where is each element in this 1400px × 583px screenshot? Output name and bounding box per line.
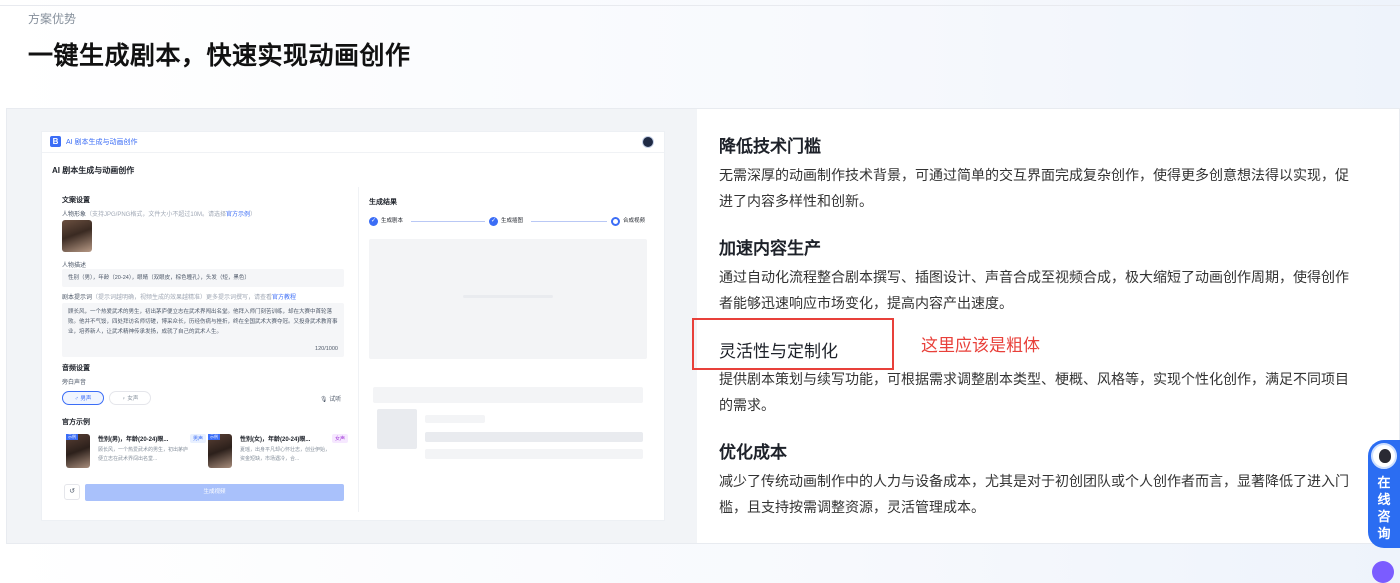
official-example-link[interactable]: 官方示例	[226, 212, 250, 218]
example-card-2[interactable]: 示例 性别(女)，年龄(20-24)眼... 夏瑶，出身平凡却心怀壮志，创业伊始…	[208, 434, 348, 470]
feature-title-1: 降低技术门槛	[719, 137, 821, 156]
reset-icon[interactable]: ↺	[64, 484, 80, 500]
skeleton-line-1	[373, 387, 643, 403]
male-voice-option[interactable]: ♂ 男声	[62, 391, 104, 405]
copy-settings-title: 文案设置	[62, 197, 90, 204]
character-desc-label: 人物描述	[62, 263, 87, 269]
feature-desc-3: 提供剧本策划与续写功能，可根据需求调整剧本类型、梗概、风格等，实现个性化创作，满…	[719, 371, 1349, 413]
example-tag-1: 示例	[66, 434, 78, 440]
preview-app-window: B AI 剧本生成与动画创作 AI 剧本生成与动画创作 文案设置 人物形象（支持…	[41, 131, 665, 521]
example-desc-1: 顾长风，一个热爱武术的男生，初出茅庐便立志在武术界闯出名堂...	[98, 447, 189, 462]
user-avatar[interactable]	[642, 136, 654, 148]
app-header: B AI 剧本生成与动画创作	[42, 132, 664, 153]
char-counter: 120/1000	[315, 346, 338, 352]
character-image-hint: （支持JPG/PNG格式，文件大小不超过10M。请选择	[86, 212, 227, 218]
script-prompt-label: 剧本提示词（提示词越明确，视频生成的效果越精准）更多提示词撰写，请查看官方教程	[62, 292, 296, 301]
assistant-icon[interactable]	[1372, 561, 1394, 583]
male-voice-label: 男声	[80, 396, 92, 402]
character-image-label: 人物形象（支持JPG/PNG格式，文件大小不超过10M。请选择官方示例）	[62, 209, 256, 218]
product-preview: B AI 剧本生成与动画创作 AI 剧本生成与动画创作 文案设置 人物形象（支持…	[7, 109, 697, 543]
step-label-2: 生成插图	[501, 218, 524, 224]
female-voice-option[interactable]: ♀ 女声	[109, 391, 151, 405]
script-prompt-hint: （提示词越明确，视频生成的效果越精准）更多提示词撰写，请查看	[92, 295, 273, 301]
skeleton-image	[377, 409, 417, 449]
annotation-note: 这里应该是粗体	[921, 336, 1040, 355]
feature-desc-1: 无需深厚的动画制作技术背景，可通过简单的交互界面完成复杂创作，使得更多创意想法得…	[719, 167, 1349, 209]
feature-desc-2: 通过自动化流程整合剧本撰写、插图设计、声音合成至视频合成，极大缩短了动画创作周期…	[719, 269, 1349, 311]
step-pending-icon-3	[611, 217, 620, 226]
loading-bar	[463, 295, 553, 298]
character-desc-input[interactable]: 性别（男），年龄（20-24），眼睛（双眼皮，棕色瞳孔），头发（短，黑色）	[62, 269, 344, 287]
narration-voice-label: 旁白声音	[62, 380, 87, 386]
online-consult-button[interactable]: 在线咨询	[1368, 440, 1400, 548]
step-label-1: 生成剧本	[381, 218, 404, 224]
mic-icon: 🎙	[320, 397, 328, 403]
annotation-box	[692, 318, 894, 370]
settings-card: 文案设置 人物形象（支持JPG/PNG格式，文件大小不超过10M。请选择官方示例…	[52, 187, 352, 512]
skeleton-line-3	[425, 432, 643, 442]
example-title-1: 性别(男)，年龄(20-24)眼...	[98, 437, 169, 443]
result-placeholder	[369, 239, 647, 359]
feature-desc-4: 减少了传统动画制作中的人力与设备成本，尤其是对于初创团队或个人创作者而言，显著降…	[719, 473, 1349, 515]
example-badge-1: 男声	[189, 434, 206, 443]
step-done-icon-1: ✓	[369, 217, 378, 226]
app-title: AI 剧本生成与动画创作	[66, 139, 138, 146]
example-desc-2: 夏瑶，出身平凡却心怀壮志，创业伊始，资金短缺，市场遇冷，合...	[240, 447, 331, 462]
example-badge-2: 女声	[331, 434, 348, 443]
example-tag-2: 示例	[208, 434, 220, 440]
script-prompt-value: 顾长风，一个热爱武术的男生，初出茅庐便立志在武术界闯出名堂。他拜入师门刻苦训练，…	[68, 309, 338, 335]
feature-title-2: 加速内容生产	[719, 239, 821, 258]
character-image-thumb[interactable]	[62, 220, 92, 252]
step-label-3: 合成视频	[623, 218, 646, 224]
audio-settings-title: 音频设置	[62, 365, 90, 372]
feature-title-4: 优化成本	[719, 443, 787, 462]
top-divider	[0, 5, 1400, 6]
example-title-2: 性别(女)，年龄(20-24)眼...	[240, 437, 311, 443]
trial-listen-button[interactable]: 🎙 试听	[320, 394, 341, 403]
skeleton-line-4	[425, 449, 643, 459]
app-logo: B	[50, 136, 61, 147]
result-card: 生成结果 ✓ 生成剧本 ✓ 生成插图 合成视频	[358, 187, 655, 512]
character-image-text: 人物形象	[62, 212, 87, 218]
agent-avatar	[1371, 443, 1397, 469]
consult-label: 在线咨询	[1377, 475, 1391, 541]
step-done-icon-2: ✓	[489, 217, 498, 226]
trial-listen-label: 试听	[329, 397, 342, 403]
section-eyebrow: 方案优势	[28, 12, 77, 26]
character-image-hint-end: ）	[250, 212, 257, 218]
generate-video-button[interactable]: 生成视频	[85, 484, 344, 501]
official-tutorial-link[interactable]: 官方教程	[272, 295, 296, 301]
script-prompt-text: 剧本提示词	[62, 295, 93, 301]
example-card-1[interactable]: 示例 性别(男)，年龄(20-24)眼... 顾长风，一个热爱武术的男生，初出茅…	[66, 434, 206, 470]
script-prompt-textarea[interactable]: 顾长风，一个热爱武术的男生，初出茅庐便立志在武术界闯出名堂。他拜入师门刻苦训练，…	[62, 303, 344, 357]
result-title: 生成结果	[369, 199, 397, 206]
official-examples-title: 官方示例	[62, 419, 90, 426]
skeleton-line-2	[425, 415, 485, 423]
step-connector-1	[411, 221, 485, 222]
app-page-heading: AI 剧本生成与动画创作	[52, 166, 135, 175]
step-connector-2	[531, 221, 607, 222]
section-headline: 一键生成剧本，快速实现动画创作	[28, 42, 411, 70]
female-voice-label: 女声	[127, 396, 139, 402]
